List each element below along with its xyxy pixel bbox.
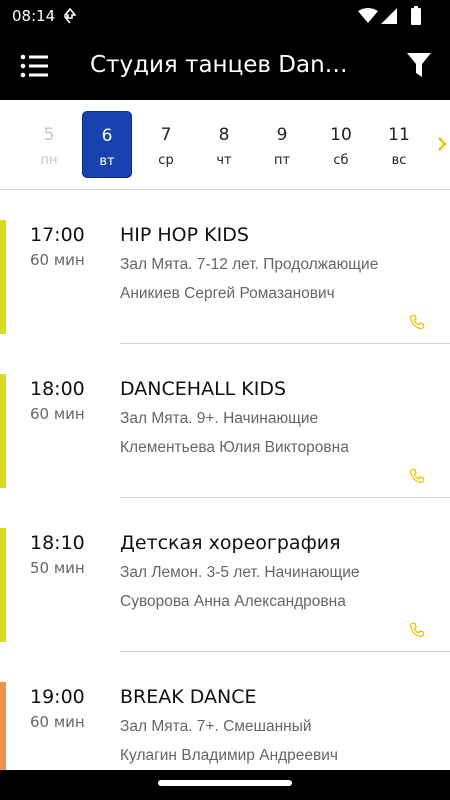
category-color-bar	[0, 528, 6, 642]
date-item-7[interactable]: 7 ср	[141, 111, 191, 178]
date-weekday: пн	[40, 153, 58, 168]
class-duration: 60 мин	[30, 713, 85, 731]
signal-icon	[381, 8, 397, 24]
schedule-list: 17:00 60 мин HIP HOP KIDS Зал Мята. 7-12 ле…	[0, 190, 450, 770]
class-details: Зал Лемон. 3-5 лет. Начинающие	[120, 564, 360, 581]
battery-icon	[411, 6, 421, 25]
class-teacher: Аникиев Сергей Ромазанович	[120, 285, 335, 302]
class-teacher: Суворова Анна Александровна	[120, 593, 346, 610]
class-time: 17:00	[30, 224, 85, 246]
class-title: Детская хореография	[120, 532, 341, 554]
date-weekday: пт	[273, 153, 291, 168]
class-details: Зал Мята. 7-12 лет. Продолжающие	[120, 256, 379, 273]
category-color-bar	[0, 220, 6, 334]
class-title: DANCEHALL KIDS	[120, 378, 287, 400]
date-weekday: сб	[333, 153, 349, 168]
phone-icon[interactable]	[409, 314, 425, 330]
class-teacher: Кулагин Владимир Андреевич	[120, 747, 338, 764]
list-item[interactable]: 18:00 60 мин DANCEHALL KIDS Зал Мята. 9+. Н…	[0, 344, 450, 498]
list-item[interactable]: 18:10 50 мин Детская хореография Зал Лемон.…	[0, 498, 450, 652]
date-item-8[interactable]: 8 чт	[199, 111, 249, 178]
home-indicator[interactable]	[158, 780, 292, 786]
class-teacher: Клементьева Юлия Викторовна	[120, 439, 349, 456]
class-time: 19:00	[30, 686, 85, 708]
filter-icon[interactable]	[405, 51, 433, 79]
app-bar: Студия танцев Dance Life	[0, 32, 450, 100]
date-weekday: чт	[216, 153, 232, 168]
chevron-right-icon[interactable]	[436, 135, 448, 153]
date-item-11[interactable]: 11 вс	[374, 111, 424, 178]
menu-icon[interactable]	[20, 52, 50, 80]
date-number: 7	[160, 125, 172, 145]
system-nav-bar	[0, 770, 450, 800]
data-saver-icon	[64, 8, 76, 24]
date-picker: 5 пн 6 вт 7 ср 8 чт 9 пт 10 сб 11 вс	[0, 100, 450, 190]
status-time: 08:14	[12, 7, 56, 25]
date-weekday: ср	[158, 153, 174, 168]
date-item-5[interactable]: 5 пн	[24, 111, 74, 178]
class-details: Зал Мята. 7+. Смешанный	[120, 718, 312, 735]
date-item-10[interactable]: 10 сб	[316, 111, 366, 178]
date-number: 11	[388, 125, 410, 145]
class-title: HIP HOP KIDS	[120, 224, 249, 246]
list-item[interactable]: 17:00 60 мин HIP HOP KIDS Зал Мята. 7-12 ле…	[0, 190, 450, 344]
date-number: 8	[218, 125, 230, 145]
date-weekday: вс	[391, 153, 407, 168]
class-duration: 50 мин	[30, 559, 85, 577]
class-time: 18:00	[30, 378, 85, 400]
date-weekday: вт	[99, 154, 115, 169]
category-color-bar	[0, 682, 6, 770]
date-number: 5	[43, 125, 55, 145]
page-title: Студия танцев Dance Life	[90, 52, 352, 78]
date-item-9[interactable]: 9 пт	[257, 111, 307, 178]
date-number: 6	[101, 126, 113, 146]
status-bar: 08:14	[0, 0, 450, 32]
class-title: BREAK DANCE	[120, 686, 257, 708]
category-color-bar	[0, 374, 6, 488]
phone-icon[interactable]	[409, 468, 425, 484]
date-number: 9	[276, 125, 288, 145]
class-details: Зал Мята. 9+. Начинающие	[120, 410, 319, 427]
class-duration: 60 мин	[30, 405, 85, 423]
wifi-icon	[358, 8, 378, 23]
class-duration: 60 мин	[30, 251, 85, 269]
date-number: 10	[330, 125, 352, 145]
list-item[interactable]: 19:00 60 мин BREAK DANCE Зал Мята. 7+. Смеш…	[0, 652, 450, 770]
phone-icon[interactable]	[409, 622, 425, 638]
date-item-6[interactable]: 6 вт	[82, 111, 132, 178]
class-time: 18:10	[30, 532, 85, 554]
